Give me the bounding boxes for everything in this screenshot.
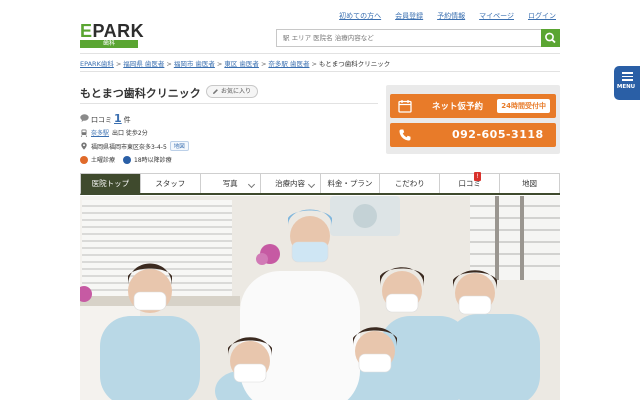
review-summary: 口コミ 1 件 bbox=[80, 112, 131, 125]
logo-wordmark: EPARK bbox=[80, 21, 145, 41]
tab-reviews[interactable]: 口コミ! bbox=[440, 172, 501, 193]
clinic-name: もとまつ歯科クリニック bbox=[80, 87, 201, 100]
access-line: 奈多駅 出口 徒歩2分 bbox=[80, 128, 148, 137]
breadcrumb-current: もとまつ歯科クリニック bbox=[318, 60, 391, 68]
menu-label: MENU bbox=[616, 84, 636, 90]
train-icon bbox=[80, 129, 88, 137]
hamburger-icon bbox=[622, 72, 633, 83]
side-menu-button[interactable]: MENU bbox=[614, 66, 640, 100]
link-reservations[interactable]: 予約情報 bbox=[437, 11, 465, 21]
search-box bbox=[276, 29, 560, 47]
breadcrumb-link[interactable]: 奈多駅 歯医者 bbox=[268, 60, 309, 68]
address-text: 福岡県福岡市東区奈多3-4-5 bbox=[91, 143, 167, 151]
map-pin-icon bbox=[81, 142, 87, 150]
chevron-down-icon bbox=[307, 180, 315, 189]
tab-label: こだわり bbox=[394, 179, 425, 188]
address-line: 福岡県福岡市東区奈多3-4-5 地図 bbox=[80, 141, 189, 151]
tab-pricing[interactable]: 料金・プラン bbox=[320, 174, 381, 193]
saturday-label: 土曜診療 bbox=[91, 157, 116, 164]
favorite-button[interactable]: お気に入り bbox=[206, 85, 259, 98]
tab-label: 写真 bbox=[222, 179, 238, 188]
top-links: 初めての方へ 会員登録 予約情報 マイページ ログイン bbox=[339, 11, 556, 21]
map-button[interactable]: 地図 bbox=[169, 141, 189, 151]
tab-commitments[interactable]: こだわり bbox=[380, 174, 441, 193]
tab-label: スタッフ bbox=[155, 179, 186, 188]
station-detail: 出口 徒歩2分 bbox=[112, 130, 148, 137]
net-reserve-label: ネット仮予約 bbox=[432, 102, 484, 112]
speech-bubble-icon bbox=[80, 114, 89, 122]
review-count-link[interactable]: 1 bbox=[114, 112, 122, 125]
link-login[interactable]: ログイン bbox=[528, 11, 556, 21]
breadcrumb: EPARK歯科 > 福岡県 歯医者 > 福岡市 歯医者 > 東区 歯医者 > 奈多駅 歯医者 > も… bbox=[80, 60, 391, 68]
calendar-icon bbox=[398, 100, 412, 113]
tab-staff[interactable]: スタッフ bbox=[140, 174, 201, 193]
name-divider bbox=[80, 103, 378, 104]
tab-label: 治療内容 bbox=[275, 179, 306, 188]
phone-button[interactable]: 092-605-3118 bbox=[390, 123, 556, 147]
logo-sub: 歯科 bbox=[80, 40, 138, 48]
search-button[interactable] bbox=[541, 29, 560, 47]
search-input[interactable] bbox=[277, 30, 543, 46]
reservation-box: ネット仮予約 24時間受付中 092-605-3118 bbox=[386, 85, 560, 154]
header-divider bbox=[80, 53, 560, 54]
breadcrumb-link[interactable]: EPARK歯科 bbox=[80, 60, 114, 68]
clock-icon bbox=[123, 155, 132, 164]
tab-label: 地図 bbox=[522, 179, 538, 188]
phone-number: 092-605-3118 bbox=[452, 128, 544, 141]
reserve-24h-tag: 24時間受付中 bbox=[497, 99, 550, 113]
tab-top[interactable]: 医院トップ bbox=[81, 174, 141, 193]
breadcrumb-link[interactable]: 東区 歯医者 bbox=[224, 60, 259, 68]
link-first-time[interactable]: 初めての方へ bbox=[339, 11, 381, 21]
review-label: 口コミ bbox=[91, 116, 112, 124]
tab-map[interactable]: 地図 bbox=[500, 174, 560, 193]
link-register[interactable]: 会員登録 bbox=[395, 11, 423, 21]
pencil-icon bbox=[213, 89, 218, 94]
tab-photos[interactable]: 写真 bbox=[200, 174, 261, 193]
logo-text-rest: PARK bbox=[92, 21, 145, 41]
breadcrumb-link[interactable]: 福岡県 歯医者 bbox=[123, 60, 164, 68]
breadcrumb-divider bbox=[80, 71, 560, 72]
breadcrumb-link[interactable]: 福岡市 歯医者 bbox=[174, 60, 215, 68]
link-mypage[interactable]: マイページ bbox=[479, 11, 514, 21]
favorite-label: お気に入り bbox=[221, 88, 252, 95]
station-link[interactable]: 奈多駅 bbox=[91, 128, 109, 137]
late-label: 18時以降診療 bbox=[134, 157, 172, 164]
staff-photo-illustration bbox=[80, 196, 560, 400]
chevron-down-icon bbox=[247, 180, 255, 189]
epark-logo[interactable]: EPARK 歯科 bbox=[80, 21, 145, 48]
review-unit: 件 bbox=[123, 116, 131, 124]
clinic-tabs: 医院トップ スタッフ 写真 治療内容 料金・プラン こだわり 口コミ! 地図 bbox=[80, 172, 560, 195]
notification-badge: ! bbox=[474, 172, 482, 181]
tab-label: 料金・プラン bbox=[327, 179, 373, 188]
saturday-icon bbox=[80, 155, 88, 164]
features-line: 土曜診療 18時以降診療 bbox=[80, 155, 172, 164]
phone-icon bbox=[399, 129, 411, 141]
tab-label: 医院トップ bbox=[91, 179, 130, 188]
search-icon bbox=[545, 32, 556, 44]
net-reserve-button[interactable]: ネット仮予約 24時間受付中 bbox=[390, 94, 556, 118]
clinic-staff-photo bbox=[80, 196, 560, 400]
tab-treatments[interactable]: 治療内容 bbox=[260, 174, 321, 193]
